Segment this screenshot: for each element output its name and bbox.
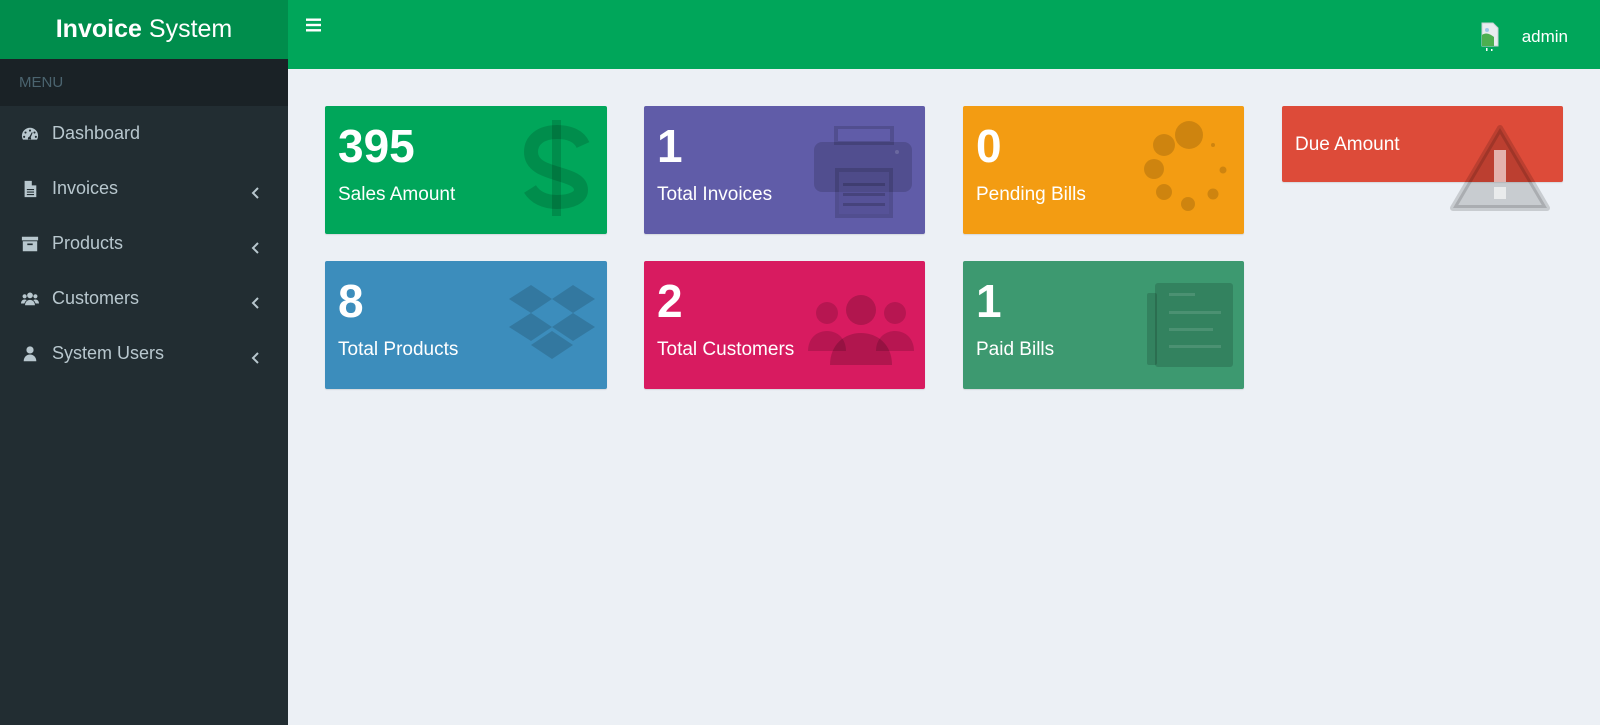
paid-bills-box[interactable]: 1 Paid Bills — [963, 261, 1244, 389]
menu-header: MENU — [0, 59, 288, 106]
user-menu[interactable]: admin — [1478, 22, 1568, 52]
sidebar-item-dashboard[interactable]: Dashboard — [0, 106, 288, 161]
total-customers-label: Total Customers — [657, 339, 795, 360]
user-icon — [20, 344, 40, 364]
brand-rest: System — [148, 15, 233, 43]
dropbox-icon — [509, 285, 595, 365]
sidebar-item-label: Invoices — [52, 178, 119, 198]
warning-icon — [1450, 124, 1550, 212]
pending-bills-value: 0 — [976, 120, 1002, 172]
sidebar-item-label: Customers — [52, 288, 140, 308]
file-icon — [20, 179, 40, 199]
sidebar-item-system-users[interactable]: System Users — [0, 326, 288, 381]
brand-bold: Invoice — [55, 15, 142, 43]
printer-icon — [814, 126, 914, 218]
user-name: admin — [1521, 27, 1568, 46]
dashboard-icon — [20, 124, 40, 144]
total-invoices-value: 1 — [657, 120, 683, 172]
top-navbar: admin — [288, 0, 1600, 69]
total-invoices-box[interactable]: 1 Total Invoices — [644, 106, 925, 234]
due-amount-label: Due Amount — [1295, 134, 1400, 155]
chevron-left-icon — [250, 348, 262, 364]
sidebar-item-label: Products — [52, 233, 124, 253]
sales-amount-box[interactable]: 395 Sales Amount — [325, 106, 607, 234]
due-amount-box[interactable]: Due Amount — [1282, 106, 1563, 211]
paid-bills-value: 1 — [976, 275, 1002, 327]
sidebar-item-customers[interactable]: Customers — [0, 271, 288, 326]
sidebar-item-label: Dashboard — [52, 123, 141, 143]
total-products-label: Total Products — [338, 339, 459, 360]
total-products-box[interactable]: 8 Total Products — [325, 261, 607, 389]
sidebar-item-products[interactable]: Products — [0, 216, 288, 271]
sidebar-item-invoices[interactable]: Invoices — [0, 161, 288, 216]
newspaper-icon — [1147, 281, 1233, 367]
avatar — [1478, 22, 1502, 52]
pending-bills-box[interactable]: 0 Pending Bills — [963, 106, 1244, 234]
total-invoices-label: Total Invoices — [657, 184, 773, 205]
paid-bills-label: Paid Bills — [976, 339, 1055, 360]
total-products-value: 8 — [338, 275, 364, 327]
pending-bills-label: Pending Bills — [976, 184, 1086, 205]
sidebar: Invoice System MENU Dashboard Invoices P… — [0, 0, 288, 725]
total-customers-value: 2 — [657, 275, 683, 327]
users-group-icon — [808, 295, 914, 365]
dollar-icon — [519, 118, 595, 218]
sales-amount-value: 395 — [338, 120, 415, 172]
chevron-left-icon — [250, 183, 262, 199]
hamburger-icon[interactable] — [305, 16, 329, 40]
spinner-icon — [1143, 120, 1233, 214]
total-customers-box[interactable]: 2 Total Customers — [644, 261, 925, 389]
archive-icon — [20, 234, 40, 254]
users-icon — [20, 289, 40, 309]
chevron-left-icon — [250, 293, 262, 309]
chevron-left-icon — [250, 238, 262, 254]
dashboard-content: 395 Sales Amount 1 Total Invoices 0 Pend… — [288, 69, 1600, 725]
sidebar-item-label: System Users — [52, 343, 165, 363]
sales-amount-label: Sales Amount — [338, 184, 456, 205]
app-logo[interactable]: Invoice System — [0, 0, 288, 59]
